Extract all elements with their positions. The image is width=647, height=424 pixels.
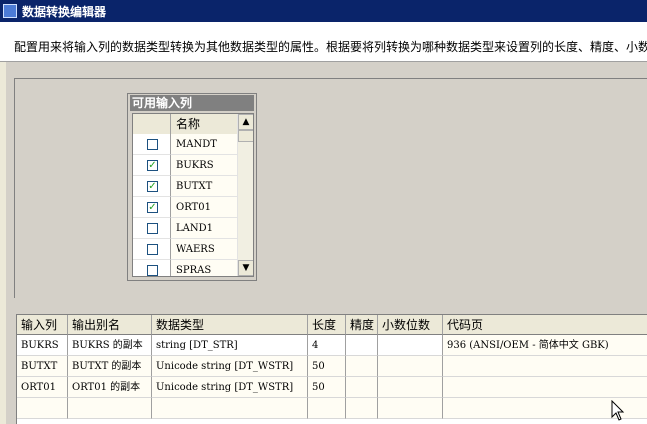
- data-type-cell[interactable]: Unicode string [DT_WSTR]: [152, 356, 308, 377]
- scale-cell[interactable]: [378, 356, 443, 377]
- scroll-down-icon[interactable]: ▼: [238, 260, 253, 276]
- column-checkbox-cell: ✓: [133, 176, 171, 197]
- select-all-header[interactable]: [133, 114, 171, 135]
- length-header[interactable]: 长度: [308, 315, 346, 335]
- code-page-cell[interactable]: 936 (ANSI/OEM - 简体中文 GBK): [443, 335, 647, 356]
- header-panel: 配置用来将输入列的数据类型转换为其他数据类型的属性。根据要将列转换为哪种数据类型…: [0, 22, 647, 62]
- title-bar: 数据转换编辑器: [0, 0, 647, 22]
- column-checkbox-cell: [133, 134, 171, 155]
- output-alias-cell[interactable]: BUKRS 的副本: [68, 335, 152, 356]
- column-name: WAERS: [171, 239, 237, 260]
- available-column-row[interactable]: MANDT: [133, 134, 237, 155]
- checked-checkbox[interactable]: ✓: [147, 202, 158, 213]
- input-column-header[interactable]: 输入列: [17, 315, 68, 335]
- column-checkbox-cell: [133, 218, 171, 239]
- precision-cell[interactable]: [346, 377, 378, 398]
- column-checkbox-cell: ✓: [133, 155, 171, 176]
- scale-cell[interactable]: [378, 398, 443, 419]
- length-cell[interactable]: 50: [308, 356, 346, 377]
- scale-header[interactable]: 小数位数: [378, 315, 443, 335]
- name-column-header: 名称: [171, 114, 237, 135]
- scroll-thumb[interactable]: [238, 130, 253, 142]
- unchecked-checkbox[interactable]: [147, 265, 158, 276]
- scale-cell[interactable]: [378, 335, 443, 356]
- data-type-header[interactable]: 数据类型: [152, 315, 308, 335]
- precision-cell[interactable]: [346, 398, 378, 419]
- column-name: BUKRS: [171, 155, 237, 176]
- available-columns-list: 名称 MANDT ✓ BUKRS ✓ BUTXT ✓ ORT01 LAND1 WAERS SPRA…: [132, 113, 254, 277]
- available-column-row[interactable]: ✓ BUTXT: [133, 176, 237, 197]
- column-name: MANDT: [171, 134, 237, 155]
- available-column-row[interactable]: WAERS: [133, 239, 237, 260]
- unchecked-checkbox[interactable]: [147, 223, 158, 234]
- available-columns-title: 可用输入列: [130, 95, 254, 111]
- input-column-cell[interactable]: BUKRS: [17, 335, 68, 356]
- input-column-cell[interactable]: [17, 398, 68, 419]
- input-column-cell[interactable]: ORT01: [17, 377, 68, 398]
- length-cell[interactable]: [308, 398, 346, 419]
- column-name: BUTXT: [171, 176, 237, 197]
- available-column-row[interactable]: ✓ ORT01: [133, 197, 237, 218]
- available-columns-header-row: 名称: [133, 114, 237, 135]
- conversion-grid: 输入列 输出别名 数据类型 长度 精度 小数位数 代码页 BUKRS BUKRS 的副本 str…: [16, 314, 647, 424]
- unchecked-checkbox[interactable]: [147, 139, 158, 150]
- code-page-header[interactable]: 代码页: [443, 315, 647, 335]
- data-type-cell[interactable]: Unicode string [DT_WSTR]: [152, 377, 308, 398]
- precision-header[interactable]: 精度: [346, 315, 378, 335]
- column-name: SPRAS: [171, 260, 237, 276]
- input-column-cell[interactable]: BUTXT: [17, 356, 68, 377]
- output-alias-header[interactable]: 输出别名: [68, 315, 152, 335]
- available-column-row[interactable]: ✓ BUKRS: [133, 155, 237, 176]
- checked-checkbox[interactable]: ✓: [147, 181, 158, 192]
- available-input-columns-window[interactable]: 可用输入列 名称 MANDT ✓ BUKRS ✓ BUTXT ✓ ORT01 LAND1 WAE…: [127, 93, 257, 281]
- column-name: LAND1: [171, 218, 237, 239]
- data-type-cell[interactable]: string [DT_STR]: [152, 335, 308, 356]
- column-checkbox-cell: [133, 260, 171, 276]
- precision-cell[interactable]: [346, 356, 378, 377]
- unchecked-checkbox[interactable]: [147, 244, 158, 255]
- column-checkbox-cell: ✓: [133, 197, 171, 218]
- checked-checkbox[interactable]: ✓: [147, 160, 158, 171]
- column-name: ORT01: [171, 197, 237, 218]
- available-column-row[interactable]: LAND1: [133, 218, 237, 239]
- output-alias-cell[interactable]: [68, 398, 152, 419]
- length-cell[interactable]: 4: [308, 335, 346, 356]
- output-alias-cell[interactable]: BUTXT 的副本: [68, 356, 152, 377]
- window-title: 数据转换编辑器: [22, 5, 107, 19]
- code-page-cell[interactable]: [443, 356, 647, 377]
- header-description: 配置用来将输入列的数据类型转换为其他数据类型的属性。根据要将列转换为哪种数据类型…: [14, 40, 647, 54]
- app-icon: [3, 4, 17, 18]
- code-page-cell[interactable]: [443, 377, 647, 398]
- output-alias-cell[interactable]: ORT01 的副本: [68, 377, 152, 398]
- left-strip: [0, 62, 6, 424]
- available-column-row[interactable]: SPRAS: [133, 260, 237, 276]
- scale-cell[interactable]: [378, 377, 443, 398]
- scroll-up-icon[interactable]: ▲: [238, 114, 253, 130]
- vertical-scrollbar[interactable]: ▲ ▼: [237, 114, 253, 276]
- mouse-cursor-icon: [611, 400, 625, 421]
- column-checkbox-cell: [133, 239, 171, 260]
- length-cell[interactable]: 50: [308, 377, 346, 398]
- data-type-cell[interactable]: [152, 398, 308, 419]
- designer-area: [14, 78, 647, 298]
- precision-cell[interactable]: [346, 335, 378, 356]
